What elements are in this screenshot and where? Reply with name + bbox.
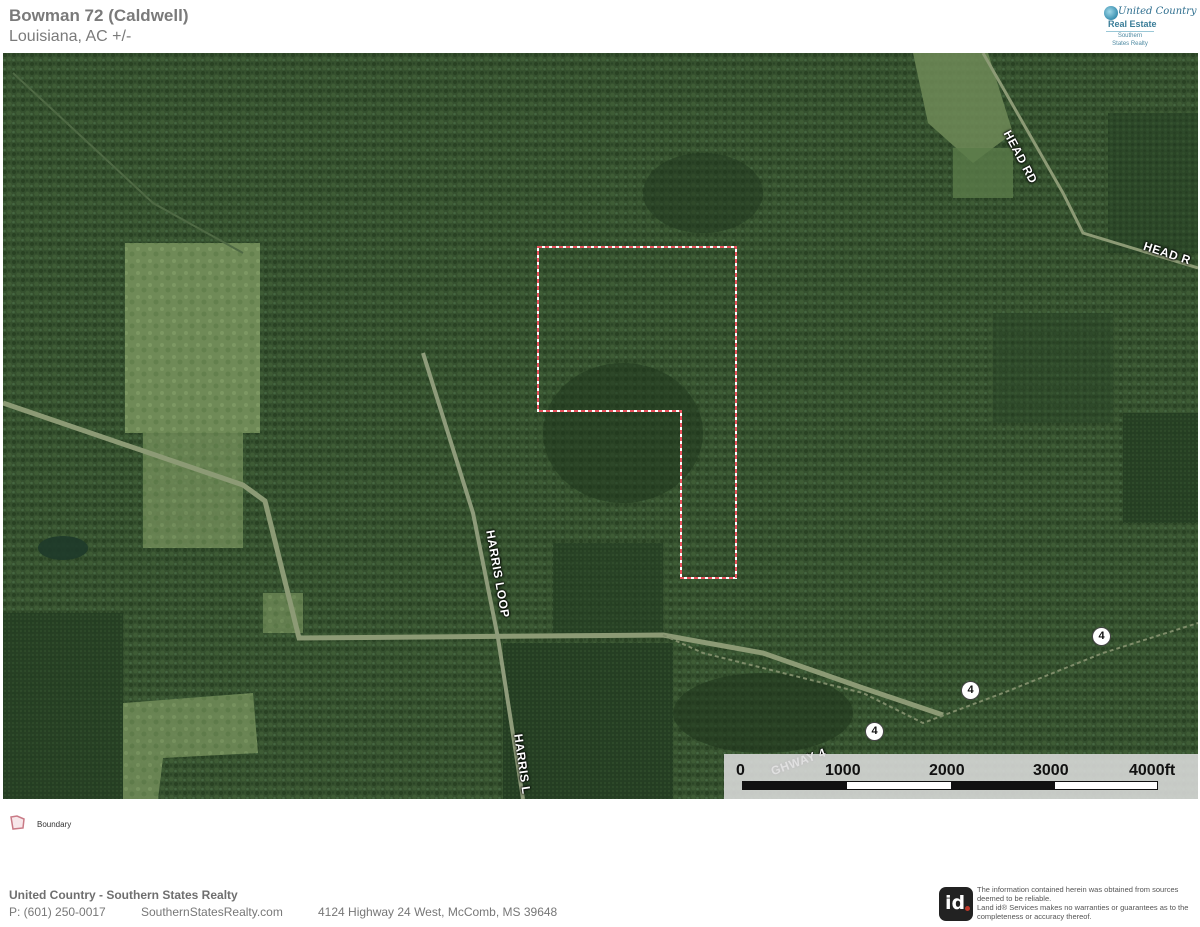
boundary-legend-icon	[10, 815, 25, 830]
logo-brand-line1: United Country	[1118, 6, 1197, 17]
globe-icon	[1104, 6, 1118, 20]
scale-label-1000: 1000	[825, 762, 861, 779]
map-title: Bowman 72 (Caldwell)	[9, 6, 189, 25]
land-id-logo: id	[939, 887, 973, 921]
logo-divider	[1106, 31, 1154, 32]
scale-label-3000: 3000	[1033, 762, 1069, 779]
footer-company: United Country - Southern States Realty	[9, 888, 238, 902]
logo-office-line1: Southern	[1117, 33, 1143, 39]
land-id-dot	[965, 906, 970, 911]
footer-website-link[interactable]: SouthernStatesRealty.com	[141, 905, 283, 919]
land-id-logo-text: id	[945, 892, 966, 914]
logo-brand-line2: Real Estate	[1108, 19, 1157, 29]
scale-bar: 0 1000 2000 3000 4000ft	[724, 754, 1198, 799]
scale-label-4000ft: 4000ft	[1129, 762, 1176, 779]
scale-label-2000: 2000	[929, 762, 965, 779]
scale-label-0: 0	[736, 762, 745, 779]
scale-bar-ruler	[742, 781, 1158, 790]
map-subtitle: Louisiana, AC +/-	[9, 28, 132, 45]
route-shield: 4	[865, 722, 884, 741]
legend-label-boundary: Boundary	[37, 820, 72, 829]
footer-phone[interactable]: P: (601) 250-0017	[9, 905, 106, 919]
route-shield: 4	[961, 681, 980, 700]
logo-office-line2: States Realty	[1112, 41, 1148, 47]
disclaimer-warranty: Land id® Services makes no warranties or…	[977, 903, 1189, 921]
disclaimer-source: The information contained herein was obt…	[977, 885, 1179, 903]
united-country-logo: United Country Real Estate Southern Stat…	[1092, 4, 1197, 52]
footer-address: 4124 Highway 24 West, McComb, MS 39648	[318, 905, 558, 919]
scale-segment	[743, 782, 847, 789]
route-shield: 4	[1092, 627, 1111, 646]
scale-segment	[951, 782, 1055, 789]
satellite-map[interactable]: HEAD RD HEAD R HARRIS LOOP HARRIS L GHWA…	[3, 53, 1198, 799]
